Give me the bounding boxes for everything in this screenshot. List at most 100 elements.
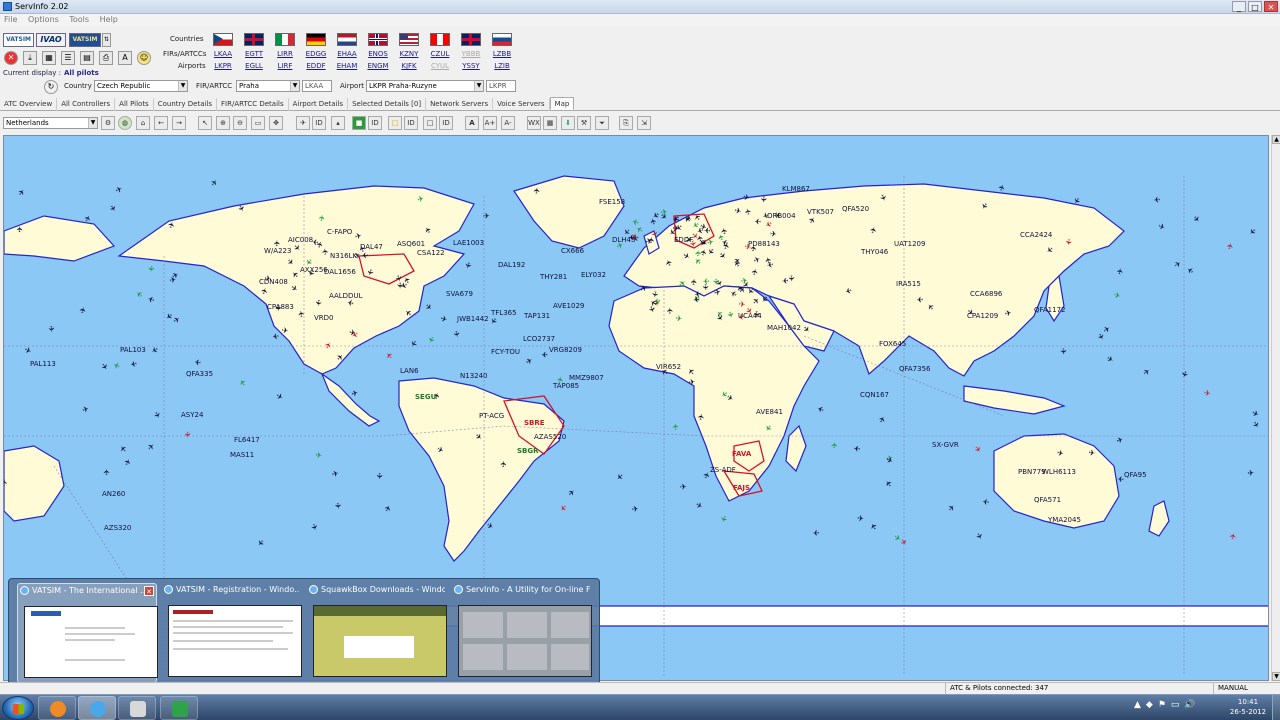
aircraft-icon[interactable]: ✈ bbox=[333, 502, 343, 510]
map-label[interactable]: VIR652 bbox=[656, 363, 681, 371]
aircraft-icon[interactable]: ✈ bbox=[1115, 435, 1125, 446]
flag-australia[interactable] bbox=[461, 33, 481, 46]
map-label[interactable]: VRD0 bbox=[314, 314, 334, 322]
aircraft-icon[interactable]: ✈ bbox=[972, 444, 983, 455]
map-label[interactable]: TAP085 bbox=[552, 382, 579, 390]
aircraft-icon[interactable]: ✈ bbox=[1112, 290, 1122, 301]
minimize-button[interactable]: _ bbox=[1232, 1, 1246, 12]
airport-select[interactable]: LKPR Praha-Ruzyne ▼ bbox=[366, 80, 484, 92]
aircraft-icon[interactable]: ✈ bbox=[209, 177, 220, 188]
taskbar-squawkbox[interactable] bbox=[160, 696, 198, 720]
country-select[interactable]: Czech Republic ▼ bbox=[94, 80, 188, 92]
aircraft-icon[interactable]: ✈ bbox=[614, 471, 625, 482]
aircraft-toggle-icon[interactable]: ✈ bbox=[296, 116, 310, 130]
airport-link-canada[interactable]: CYUL bbox=[428, 62, 452, 70]
zoom-in-icon[interactable]: ⊕ bbox=[216, 116, 230, 130]
aircraft-icon[interactable]: ✈ bbox=[361, 250, 369, 260]
map-label[interactable]: PAL103 bbox=[120, 346, 146, 354]
download-map-icon[interactable]: ⬇ bbox=[561, 116, 575, 130]
arrow-right-icon[interactable]: → bbox=[172, 116, 186, 130]
aircraft-icon[interactable]: ✈ bbox=[351, 388, 360, 398]
aircraft-icon[interactable]: ✈ bbox=[112, 360, 122, 371]
map-label[interactable]: ASQ601 bbox=[397, 240, 425, 248]
aircraft-icon[interactable]: ✈ bbox=[812, 528, 819, 537]
map-label[interactable]: ASY24 bbox=[181, 411, 204, 419]
home-icon[interactable]: ⌂ bbox=[136, 116, 150, 130]
fir-link-usa[interactable]: KZNY bbox=[397, 50, 421, 58]
aircraft-icon[interactable]: ✈ bbox=[274, 391, 285, 402]
download-icon[interactable]: ⤓ bbox=[23, 51, 37, 65]
menu-file[interactable]: File bbox=[0, 14, 21, 24]
fir-link-norway[interactable]: ENOS bbox=[366, 50, 390, 58]
fir-link-canada[interactable]: CZUL bbox=[428, 50, 452, 58]
airport-link-australia[interactable]: YSSY bbox=[459, 62, 483, 70]
tools-icon[interactable]: ⚒ bbox=[577, 116, 591, 130]
map-label[interactable]: MAS11 bbox=[230, 451, 254, 459]
grid-lines-icon[interactable]: ▦ bbox=[543, 116, 557, 130]
aircraft-icon[interactable]: ✈ bbox=[694, 500, 705, 511]
atc-toggle-icon[interactable]: ■ bbox=[352, 116, 366, 130]
aircraft-icon[interactable]: ✈ bbox=[423, 302, 434, 313]
aircraft-icon[interactable]: ✈ bbox=[853, 443, 861, 453]
tab-fir-artcc-details[interactable]: FIR/ARTCC Details bbox=[217, 98, 289, 111]
aircraft-icon[interactable]: ✈ bbox=[1203, 388, 1211, 398]
aircraft-icon[interactable]: ✈ bbox=[483, 212, 490, 221]
show-desktop-button[interactable] bbox=[1272, 695, 1280, 720]
map-label[interactable]: EDDF bbox=[674, 236, 693, 244]
copy-icon[interactable]: ⎘ bbox=[619, 116, 633, 130]
fir-link-germany[interactable]: EDGG bbox=[304, 50, 328, 58]
map-label[interactable]: THY281 bbox=[539, 273, 567, 281]
map-label[interactable]: CX666 bbox=[561, 247, 585, 255]
arrivals-icon[interactable]: ▴ bbox=[331, 116, 345, 130]
map-label[interactable]: QFA95 bbox=[1124, 471, 1147, 479]
map-label[interactable]: KLM867 bbox=[782, 185, 810, 193]
flag-slovenia[interactable] bbox=[492, 33, 512, 46]
tab-network-servers[interactable]: Network Servers bbox=[426, 98, 494, 111]
aircraft-icon[interactable]: ✈ bbox=[273, 239, 282, 246]
map-label[interactable]: PD88143 bbox=[748, 240, 780, 248]
aircraft-icon[interactable]: ✈ bbox=[1247, 226, 1258, 237]
aircraft-icon[interactable]: ✈ bbox=[383, 503, 394, 513]
flag-italy[interactable] bbox=[275, 33, 295, 46]
airport-link-usa[interactable]: KJFK bbox=[397, 62, 421, 70]
weather-icon[interactable]: WX bbox=[527, 116, 541, 130]
aircraft-icon[interactable]: ✈ bbox=[375, 473, 384, 480]
map-label[interactable]: VTK507 bbox=[807, 208, 834, 216]
aircraft-icon[interactable]: ✈ bbox=[1058, 348, 1068, 356]
aircraft-icon[interactable]: ✈ bbox=[78, 306, 88, 315]
aircraft-icon[interactable]: ✈ bbox=[107, 203, 118, 214]
atc-id-icon[interactable]: ID bbox=[368, 116, 382, 130]
aircraft-icon[interactable]: ✈ bbox=[1173, 259, 1184, 270]
map-label[interactable]: AN260 bbox=[102, 490, 125, 498]
clock[interactable]: 10:41 26-5-2012 bbox=[1226, 697, 1270, 717]
menu-help[interactable]: Help bbox=[96, 14, 122, 24]
flag-norway[interactable] bbox=[368, 33, 388, 46]
smiley-icon[interactable]: ☺ bbox=[137, 51, 151, 65]
map-label[interactable]: C-FAPO bbox=[327, 228, 353, 236]
map-label[interactable]: PT-ACG bbox=[479, 412, 504, 420]
taskbar-internet-explorer[interactable] bbox=[78, 696, 116, 720]
map-label[interactable]: FCY-TOU bbox=[491, 348, 520, 356]
map-label[interactable]: PAL113 bbox=[30, 360, 56, 368]
aircraft-icon[interactable]: ✈ bbox=[237, 377, 248, 388]
tab-map[interactable]: Map bbox=[549, 97, 575, 110]
airport-link-slovenia[interactable]: LZIB bbox=[490, 62, 514, 70]
aircraft-icon[interactable]: ✈ bbox=[916, 295, 924, 305]
pan-icon[interactable]: ✥ bbox=[269, 116, 283, 130]
tab-selected-details-0[interactable]: Selected Details [0] bbox=[348, 98, 427, 111]
aircraft-icon[interactable]: ✈ bbox=[1117, 474, 1124, 483]
map-label[interactable]: WLH6113 bbox=[1042, 468, 1076, 476]
map-label[interactable]: DAL47 bbox=[360, 243, 383, 251]
aircraft-icon[interactable]: ✈ bbox=[883, 478, 894, 489]
aircraft-icon[interactable]: ✈ bbox=[118, 443, 129, 454]
map-label[interactable]: QFA1172 bbox=[1034, 306, 1066, 314]
aircraft-icon[interactable]: ✈ bbox=[1115, 267, 1125, 275]
map-label[interactable]: QFA571 bbox=[1034, 496, 1061, 504]
aircraft-icon[interactable]: ✈ bbox=[1157, 222, 1167, 233]
aircraft-icon[interactable]: ✈ bbox=[868, 521, 879, 532]
fir-toggle-icon[interactable]: □ bbox=[388, 116, 402, 130]
map-label[interactable]: TFL365 bbox=[490, 309, 517, 317]
aircraft-icon[interactable]: ✈ bbox=[146, 265, 156, 273]
map-settings-icon[interactable]: ⚙ bbox=[101, 116, 115, 130]
map-label[interactable]: CPA883 bbox=[267, 303, 294, 311]
